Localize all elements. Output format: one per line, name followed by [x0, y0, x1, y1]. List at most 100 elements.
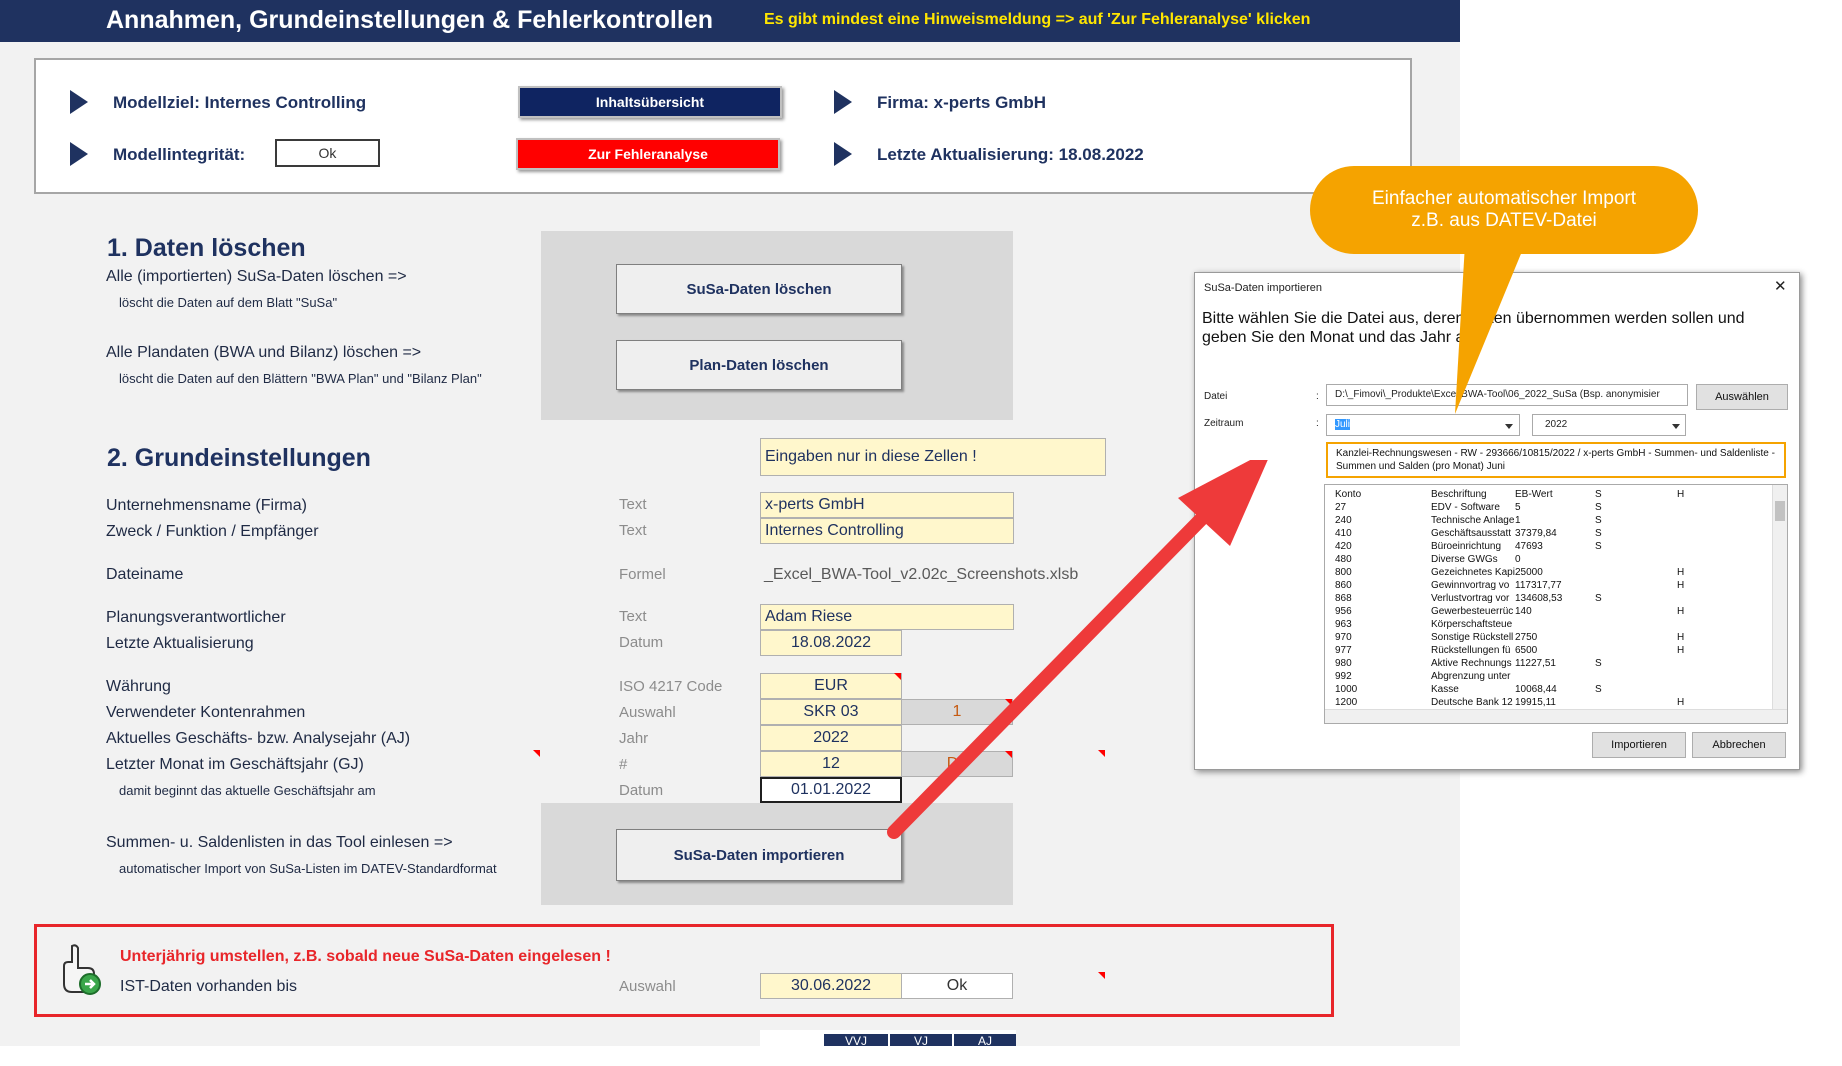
purpose-type: Text: [619, 522, 647, 539]
file-label: Datei: [1204, 391, 1228, 402]
preview-cell: 5: [1515, 502, 1521, 513]
preview-cell: Deutsche Bank 12: [1431, 697, 1513, 708]
warning-text: Unterjährig umstellen, z.B. sobald neue …: [120, 948, 611, 965]
preview-cell: EB-Wert: [1515, 489, 1553, 500]
company-name-label: Unternehmensname (Firma): [106, 497, 307, 514]
preview-cell: H: [1677, 645, 1685, 656]
chart-of-accounts-label: Verwendeter Kontenrahmen: [106, 704, 306, 721]
triangle-bullet-icon: [834, 90, 852, 114]
pointing-hand-icon: [54, 942, 106, 998]
preview-cell: 2750: [1515, 632, 1538, 643]
delete-susa-label: Alle (importierten) SuSa-Daten löschen =…: [106, 268, 407, 285]
preview-cell: 800: [1335, 567, 1352, 578]
preview-cell: Sonstige Rückstell: [1431, 632, 1514, 643]
preview-cell: 1200: [1335, 697, 1358, 708]
chart-of-accounts-type: Auswahl: [619, 704, 676, 721]
preview-cell: 117317,77: [1515, 580, 1562, 591]
close-icon[interactable]: ✕: [1774, 277, 1787, 295]
modellintegritaet-label: Modellintegrität:: [113, 145, 246, 164]
preview-cell: 1: [1515, 515, 1521, 526]
ist-data-select[interactable]: 30.06.2022: [760, 973, 902, 999]
preview-cell: 25000: [1515, 567, 1543, 578]
planner-type: Text: [619, 608, 647, 625]
file-info-box: Kanzlei-Rechnungswesen - RW - 293666/108…: [1326, 442, 1786, 478]
integrity-status: Ok: [275, 139, 380, 167]
preview-cell: Aktive Rechnungs: [1431, 658, 1512, 669]
preview-cell: 47693: [1515, 541, 1543, 552]
preview-cell: 420: [1335, 541, 1352, 552]
scrollbar-thumb[interactable]: [1775, 501, 1785, 521]
preview-cell: Abgrenzung unter: [1431, 671, 1511, 682]
triangle-bullet-icon: [834, 142, 852, 166]
preview-cell: S: [1595, 502, 1602, 513]
delete-susa-button[interactable]: SuSa-Daten löschen: [616, 264, 902, 314]
comment-indicator-icon: [533, 750, 540, 757]
triangle-bullet-icon: [70, 142, 88, 166]
preview-cell: 10068,44: [1515, 684, 1557, 695]
preview-cell: Kasse: [1431, 684, 1459, 695]
fiscal-year-type: Jahr: [619, 730, 649, 747]
import-susa-button[interactable]: SuSa-Daten importieren: [616, 829, 902, 881]
preview-cell: 977: [1335, 645, 1352, 656]
horizontal-scrollbar[interactable]: [1325, 709, 1787, 723]
page-title: Annahmen, Grundeinstellungen & Fehlerkon…: [106, 6, 713, 34]
company-name-type: Text: [619, 496, 647, 513]
last-month-type: #: [619, 756, 628, 773]
preview-cell: Büroeinrichtung: [1431, 541, 1502, 552]
preview-cell: 980: [1335, 658, 1352, 669]
preview-cell: Körperschaftsteue: [1431, 619, 1513, 630]
preview-list[interactable]: Konto Beschriftung EB-Wert S H 27 EDV - Softwa…: [1324, 484, 1788, 724]
preview-cell: 992: [1335, 671, 1352, 682]
comment-indicator-icon: [1098, 972, 1105, 979]
preview-cell: Technische Anlage: [1431, 515, 1515, 526]
planner-label: Planungsverantwortlicher: [106, 609, 286, 626]
import-button[interactable]: Importieren: [1592, 732, 1686, 758]
preview-cell: 963: [1335, 619, 1352, 630]
preview-cell: Gewinnvortrag vo: [1431, 580, 1510, 591]
error-analysis-button[interactable]: Zur Fehleranalyse: [516, 138, 780, 170]
preview-cell: 240: [1335, 515, 1352, 526]
ist-data-label: IST-Daten vorhanden bis: [120, 978, 297, 995]
chevron-down-icon: [1672, 424, 1680, 429]
file-colon: :: [1316, 391, 1319, 402]
table-of-contents-button[interactable]: Inhaltsübersicht: [518, 86, 782, 118]
dialog-title: SuSa-Daten importieren: [1204, 282, 1323, 294]
preview-cell: 19915,11: [1515, 697, 1556, 708]
preview-cell: Geschäftsausstatt: [1431, 528, 1512, 539]
preview-cell: S: [1595, 684, 1602, 695]
preview-cell: Gewerbesteuerrüc: [1431, 606, 1514, 617]
preview-cell: 970: [1335, 632, 1352, 643]
import-label: Summen- u. Saldenlisten in das Tool einl…: [106, 834, 453, 851]
status-panel: [34, 58, 1412, 194]
last-update-label: Letzte Aktualisierung: 18.08.2022: [877, 145, 1144, 164]
preview-cell: 134608,53: [1515, 593, 1563, 604]
preview-cell: H: [1677, 489, 1685, 500]
preview-cell: 37379,84: [1515, 528, 1557, 539]
last-month-label: Letzter Monat im Geschäftsjahr (GJ): [106, 756, 364, 773]
preview-cell: 956: [1335, 606, 1352, 617]
preview-cell: Rückstellungen fü: [1431, 645, 1511, 656]
preview-cell: H: [1677, 567, 1685, 578]
preview-cell: S: [1595, 515, 1602, 526]
callout-line2: z.B. aus DATEV-Datei: [1411, 210, 1597, 231]
import-sublabel: automatischer Import von SuSa-Listen im …: [119, 861, 497, 876]
preview-cell: Konto: [1335, 489, 1362, 500]
torn-edge: [0, 1046, 1842, 1066]
preview-cell: 480: [1335, 554, 1352, 565]
currency-type: ISO 4217 Code: [619, 678, 723, 695]
preview-cell: 410: [1335, 528, 1352, 539]
delete-susa-sublabel: löscht die Daten auf dem Blatt "SuSa": [119, 295, 338, 310]
cancel-button[interactable]: Abbrechen: [1692, 732, 1786, 758]
period-label: Zeitraum: [1204, 418, 1244, 429]
preview-cell: S: [1595, 528, 1602, 539]
delete-plan-label: Alle Plandaten (BWA und Bilanz) löschen …: [106, 344, 422, 361]
year-start-type: Datum: [619, 782, 664, 799]
preview-cell: 27: [1335, 502, 1347, 513]
hint-message: Es gibt mindest eine Hinweismeldung => a…: [764, 11, 1311, 28]
preview-cell: H: [1677, 606, 1685, 617]
choose-file-button[interactable]: Auswählen: [1696, 384, 1788, 410]
last-update-type: Datum: [619, 634, 664, 651]
preview-cell: H: [1677, 632, 1685, 643]
delete-plan-button[interactable]: Plan-Daten löschen: [616, 340, 902, 390]
firma-label: Firma: x-perts GmbH: [877, 93, 1047, 112]
